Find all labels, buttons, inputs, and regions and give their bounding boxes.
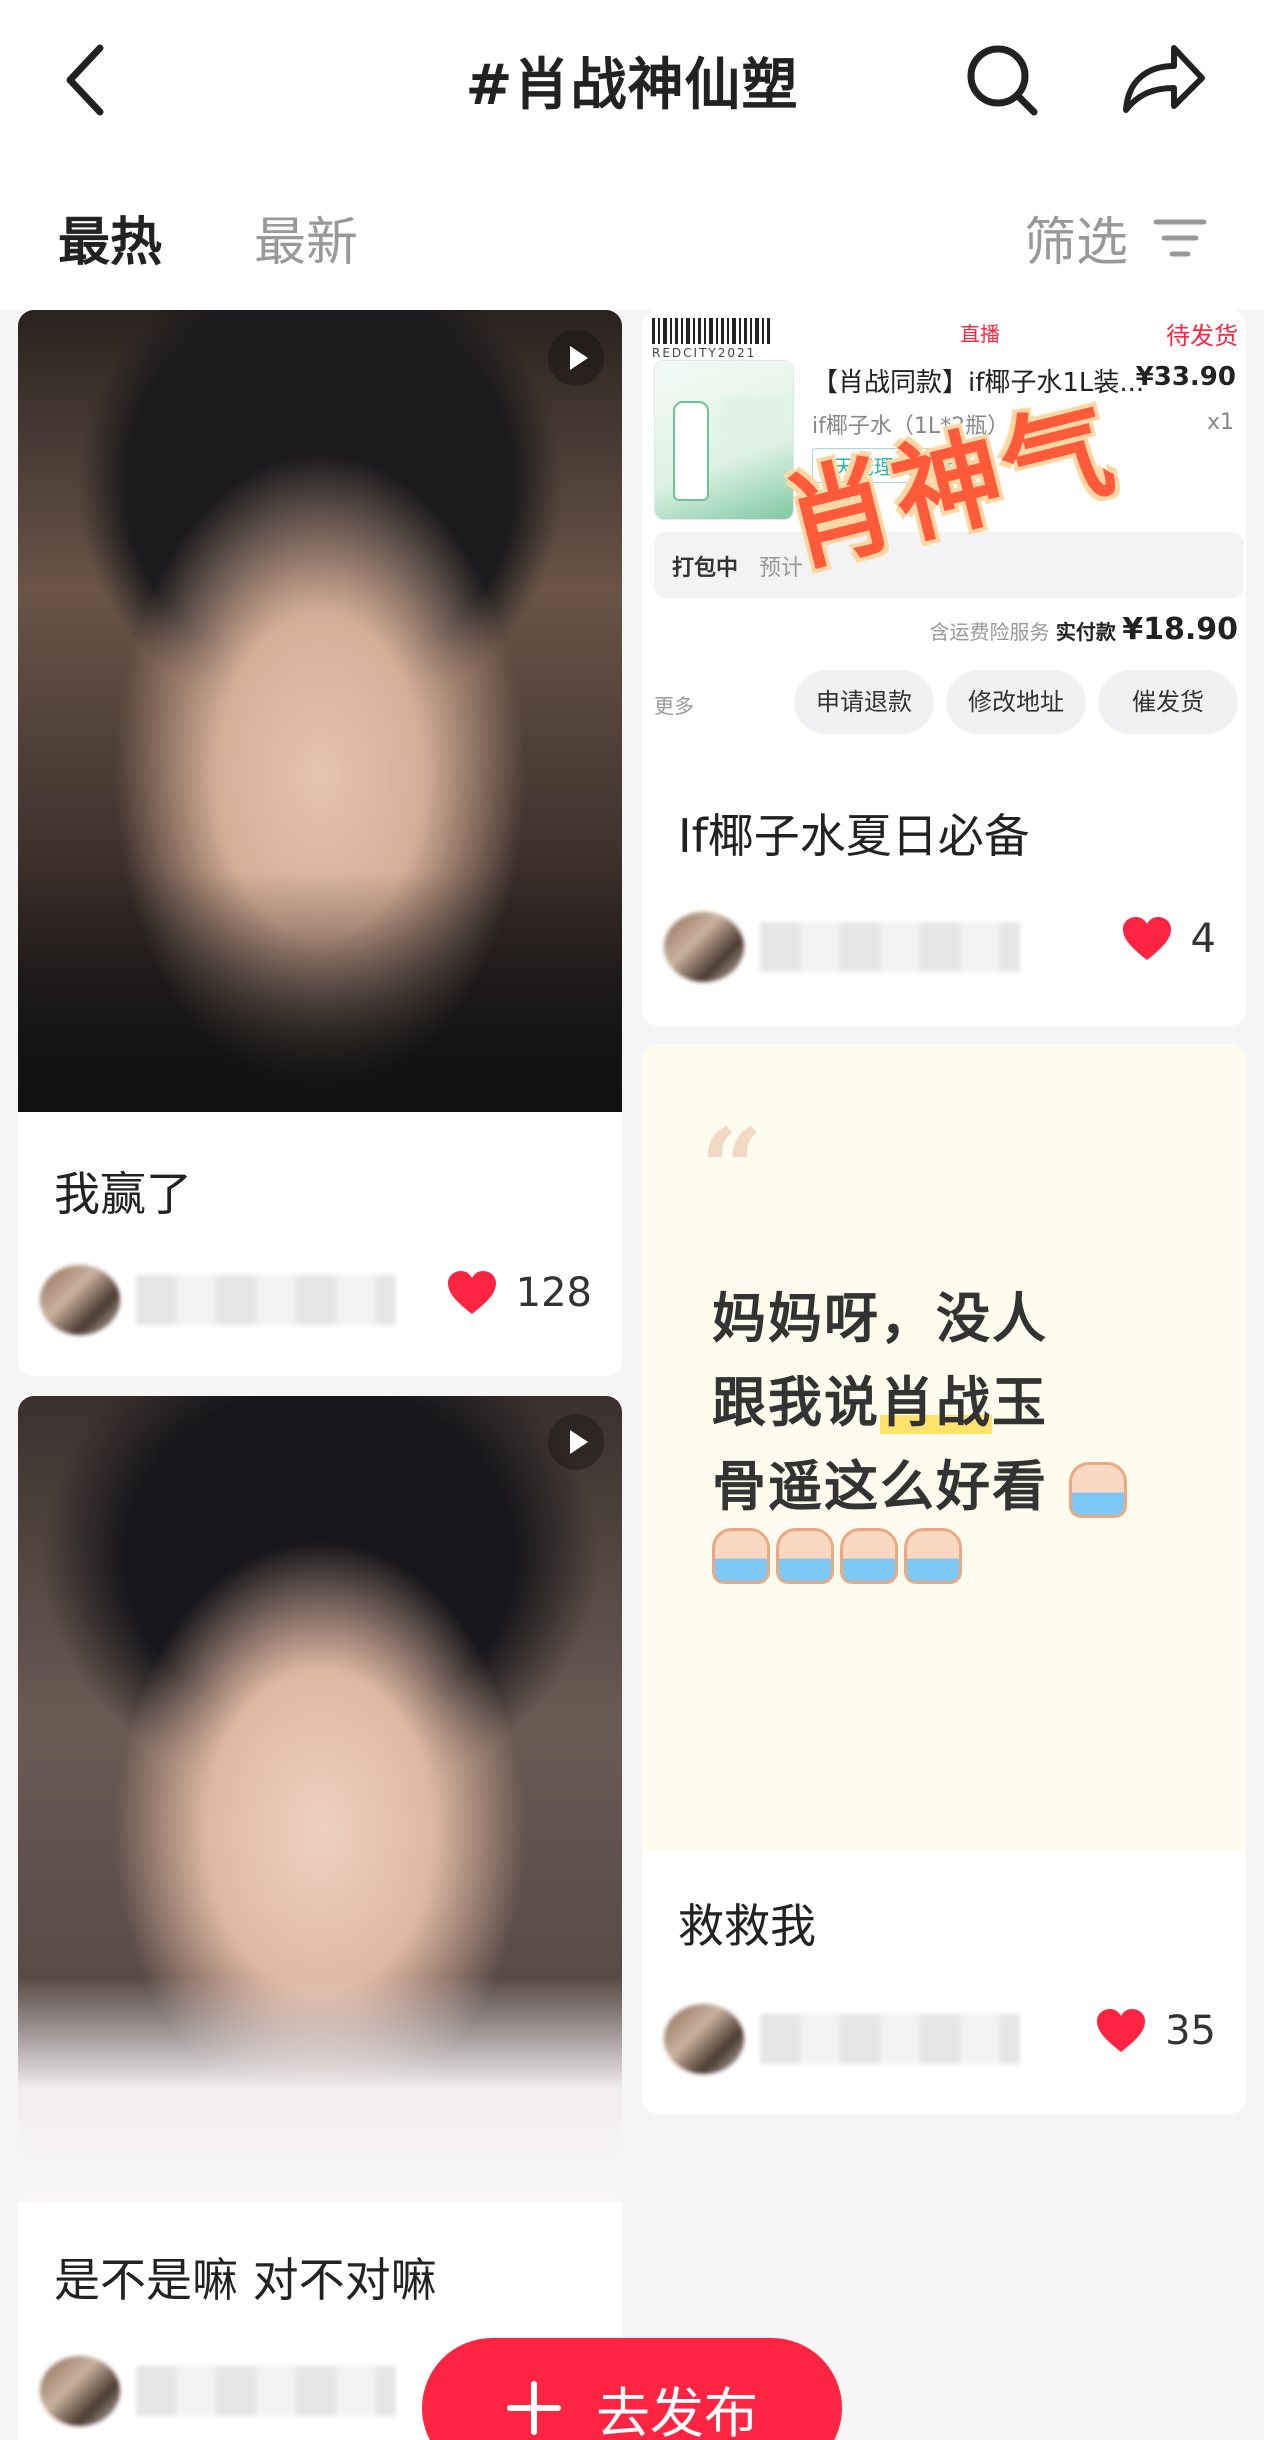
crying-emoji-icon — [1068, 1462, 1127, 1519]
publish-button[interactable]: 去发布 — [422, 2338, 842, 2440]
crying-emoji-icon — [840, 1528, 898, 1584]
like-count: 128 — [515, 1270, 592, 1316]
quote-text: 玉 — [992, 1371, 1048, 1434]
filter-label: 筛选 — [1024, 213, 1129, 273]
quote-text: 骨遥这么好看 — [712, 1455, 1048, 1518]
urge-shipping-button: 催发货 — [1098, 670, 1238, 734]
quote-text: 跟我说 — [712, 1371, 880, 1434]
heart-icon — [1097, 2009, 1146, 2052]
barcode-text: REDCITY2021 — [652, 346, 757, 360]
filter-button[interactable]: 筛选 — [1024, 200, 1208, 275]
author-name — [760, 922, 1020, 972]
page-title: #肖战神仙塑 — [465, 53, 799, 118]
order-screenshot: REDCITY2021 直播 待发货 【肖战同款】if椰子水1L装... ¥33… — [642, 310, 1246, 754]
quote-line-3: 骨遥这么好看 — [712, 1442, 1127, 1521]
author[interactable] — [40, 2356, 396, 2426]
order-status: 待发货 — [1166, 322, 1238, 350]
author-name — [136, 1275, 396, 1325]
crying-emoji-icon — [904, 1528, 962, 1584]
crying-emoji-icon — [776, 1528, 834, 1584]
quote-highlight: 肖战 — [880, 1371, 992, 1434]
share-button[interactable] — [1118, 40, 1208, 120]
refund-button: 申请退款 — [794, 670, 934, 734]
change-address-button: 修改地址 — [946, 670, 1086, 734]
note-title: 救救我 — [678, 1899, 816, 1953]
pay-amount: ¥18.90 — [1122, 612, 1238, 647]
pack-label: 打包中 — [672, 556, 739, 581]
author[interactable] — [664, 912, 1020, 982]
note-cover-image — [18, 1396, 622, 2202]
play-icon — [548, 1414, 604, 1470]
like-button[interactable]: 128 — [446, 1270, 592, 1316]
heart-icon — [1122, 917, 1171, 960]
pay-note: 含运费险服务 — [929, 620, 1050, 644]
product-qty: x1 — [1206, 410, 1234, 435]
note-cover-image: REDCITY2021 直播 待发货 【肖战同款】if椰子水1L装... ¥33… — [642, 310, 1246, 754]
author[interactable] — [40, 1265, 396, 1335]
search-button[interactable] — [962, 40, 1042, 120]
crying-emoji-icon — [712, 1528, 770, 1584]
note-card[interactable]: 我赢了 128 — [18, 310, 622, 1376]
quote-line-2: 跟我说肖战玉 — [712, 1358, 1048, 1437]
like-count: 35 — [1165, 2008, 1216, 2054]
note-cover-image: “ 妈妈呀，没人 跟我说肖战玉 骨遥这么好看 — [642, 1044, 1246, 1850]
plus-icon — [507, 2381, 561, 2435]
top-bar: #肖战神仙塑 最热 最新 筛选 — [0, 0, 1264, 310]
author-name — [760, 2014, 1020, 2064]
publish-label: 去发布 — [596, 2381, 758, 2440]
tab-latest[interactable]: 最新 — [254, 200, 358, 275]
payment-summary: 含运费险服务 实付款 ¥18.90 — [930, 612, 1239, 647]
avatar — [40, 2356, 120, 2426]
author-name — [136, 2366, 396, 2416]
quote-line-1: 妈妈呀，没人 — [712, 1287, 1048, 1350]
pay-label: 实付款 — [1055, 620, 1116, 644]
play-icon — [548, 330, 604, 386]
share-icon — [1123, 45, 1205, 113]
note-title: 是不是嘛 对不对嘛 — [54, 2253, 437, 2307]
like-count: 4 — [1190, 916, 1216, 962]
note-card[interactable]: “ 妈妈呀，没人 跟我说肖战玉 骨遥这么好看 救救我 35 — [642, 1044, 1246, 2114]
like-button[interactable]: 4 — [1121, 916, 1216, 962]
more-link: 更多 — [654, 694, 694, 718]
avatar — [40, 1265, 120, 1335]
emoji-row — [712, 1528, 962, 1584]
note-card[interactable]: 是不是嘛 对不对嘛 — [18, 1396, 622, 2440]
quote-icon: “ — [700, 1104, 764, 1233]
tab-hot[interactable]: 最热 — [58, 200, 162, 275]
filter-icon — [1153, 219, 1207, 256]
heart-icon — [447, 1271, 496, 1314]
author[interactable] — [664, 2004, 1020, 2074]
note-card[interactable]: REDCITY2021 直播 待发货 【肖战同款】if椰子水1L装... ¥33… — [642, 310, 1246, 1026]
avatar — [664, 2004, 744, 2074]
avatar — [664, 912, 744, 982]
note-title: If椰子水夏日必备 — [678, 809, 1030, 863]
like-button[interactable]: 35 — [1095, 2008, 1216, 2054]
live-tag: 直播 — [960, 322, 1000, 346]
note-cover-image — [18, 310, 622, 1112]
product-price: ¥33.90 — [1135, 362, 1236, 392]
note-title: 我赢了 — [54, 1167, 192, 1221]
search-icon — [967, 45, 1038, 116]
